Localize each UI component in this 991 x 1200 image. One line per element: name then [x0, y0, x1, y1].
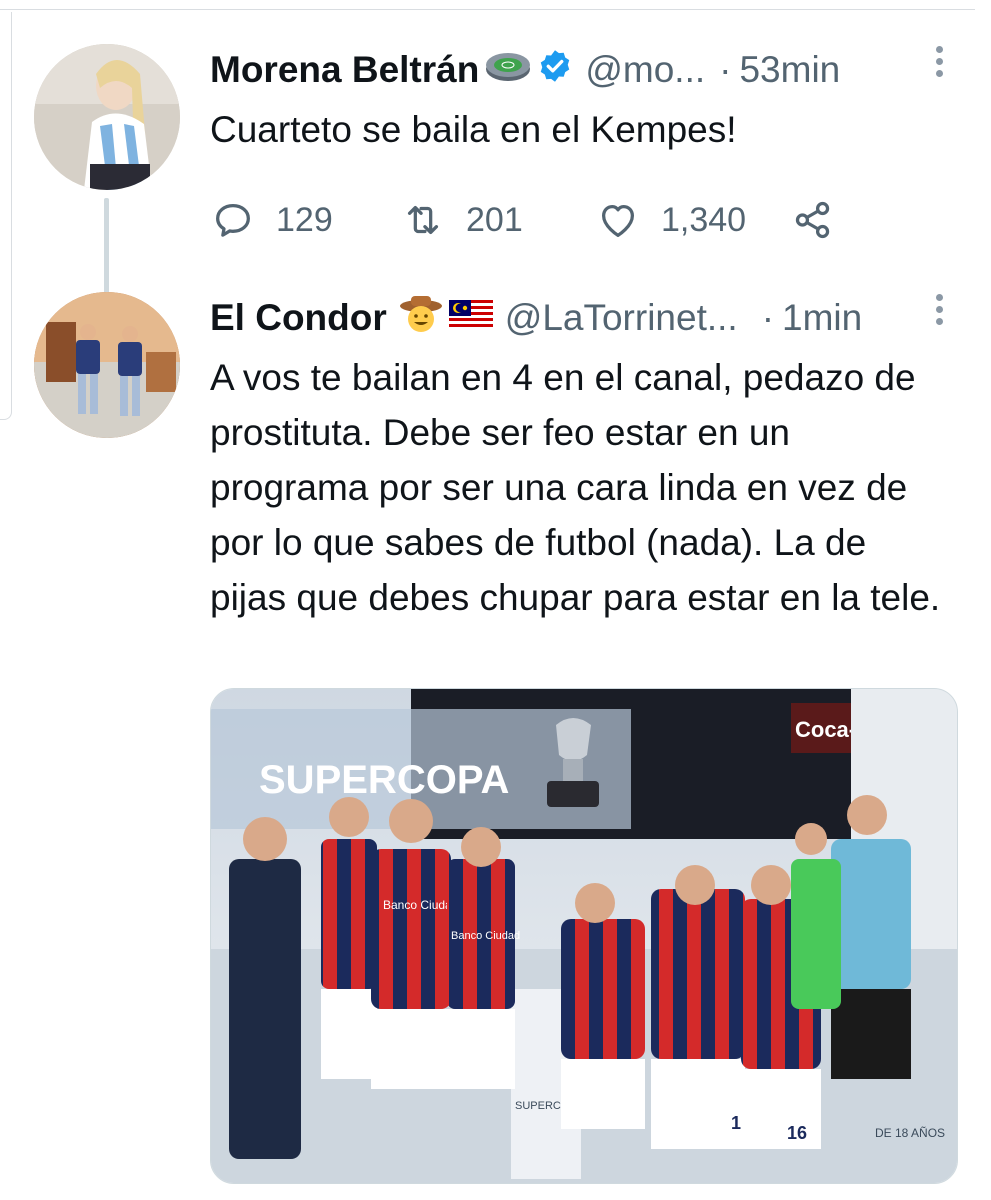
tweet-content: Morena Beltrán @mo... · 53min Cuarteto s…: [210, 40, 975, 243]
retweet-count: 201: [466, 200, 523, 239]
avatar-photo: [34, 44, 180, 190]
retweet-icon: [407, 205, 439, 235]
avatar[interactable]: [34, 292, 180, 438]
tweet-timestamp[interactable]: 1min: [782, 297, 862, 339]
retweet-button[interactable]: 201: [400, 197, 595, 243]
tweet-header: Morena Beltrán @mo... · 53min: [210, 40, 975, 100]
banner-text: SUPERCOPA: [259, 758, 509, 802]
shorts-number-2: 16: [787, 1123, 807, 1143]
shirt-text-2: Banco Ciudad: [451, 930, 520, 942]
top-divider: [0, 0, 975, 10]
celebration-photo: Coca-Cola SUPERCOPA SUPERCOPA DE 18 AÑOS: [211, 689, 957, 1183]
more-options-icon[interactable]: [933, 46, 945, 82]
reply-button[interactable]: 129: [210, 197, 400, 243]
reply-icon: [216, 203, 250, 237]
corner-text: DE 18 AÑOS: [875, 1126, 945, 1140]
author-handle[interactable]: @mo...: [585, 49, 705, 91]
tweet-actions: 129 201 1,340: [210, 197, 975, 243]
tweet-header: El Condor @LaTorrinet... · 1min: [210, 288, 975, 348]
stadium-emoji-icon: [485, 49, 531, 92]
cowboy-face-emoji-icon: [399, 294, 443, 343]
like-button[interactable]: 1,340: [595, 197, 790, 243]
like-count: 1,340: [661, 200, 747, 239]
left-edge-panel: [0, 12, 12, 420]
malaysia-flag-icon: [448, 297, 493, 339]
more-options-icon[interactable]: [933, 294, 945, 330]
author-handle[interactable]: @LaTorrinet...: [505, 297, 738, 339]
tweet-text: Cuarteto se baila en el Kempes!: [210, 109, 737, 150]
reply-count: 129: [276, 200, 333, 239]
author-name[interactable]: El Condor: [210, 297, 387, 339]
author-name[interactable]: Morena Beltrán: [210, 49, 479, 91]
tweet-text: A vos te bailan en 4 en el canal, pedazo…: [210, 357, 941, 618]
verified-badge-icon: [537, 48, 573, 93]
separator-dot: ·: [719, 49, 732, 90]
share-button[interactable]: [790, 197, 836, 243]
avatar-photo: [34, 292, 180, 438]
tweet-timestamp[interactable]: 53min: [739, 49, 840, 91]
tweet-content: El Condor @LaTorrinet... · 1min A vos te…: [210, 288, 975, 625]
tweet-media-image[interactable]: Coca-Cola SUPERCOPA SUPERCOPA DE 18 AÑOS: [210, 688, 958, 1184]
share-icon: [795, 201, 830, 239]
avatar[interactable]: [34, 44, 180, 190]
heart-icon: [601, 204, 635, 237]
separator-dot: ·: [761, 297, 775, 338]
